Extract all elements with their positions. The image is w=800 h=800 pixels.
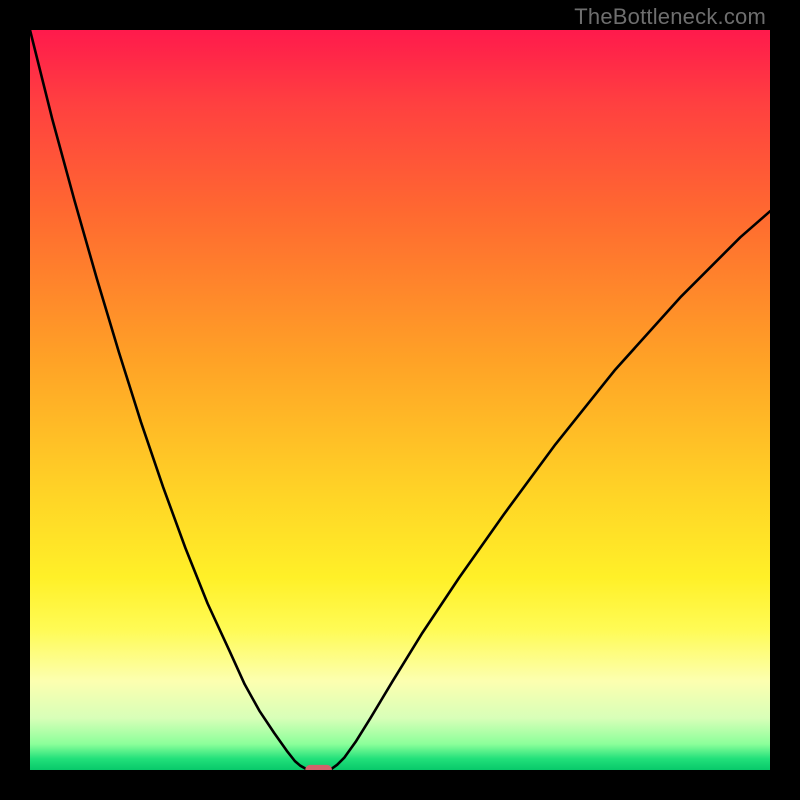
curve-left <box>30 30 305 769</box>
curve-right <box>332 211 770 768</box>
curve-svg <box>30 30 770 770</box>
chart-frame: TheBottleneck.com <box>0 0 800 800</box>
plot-area <box>30 30 770 770</box>
watermark-text: TheBottleneck.com <box>574 4 766 30</box>
minimum-marker <box>305 765 332 770</box>
